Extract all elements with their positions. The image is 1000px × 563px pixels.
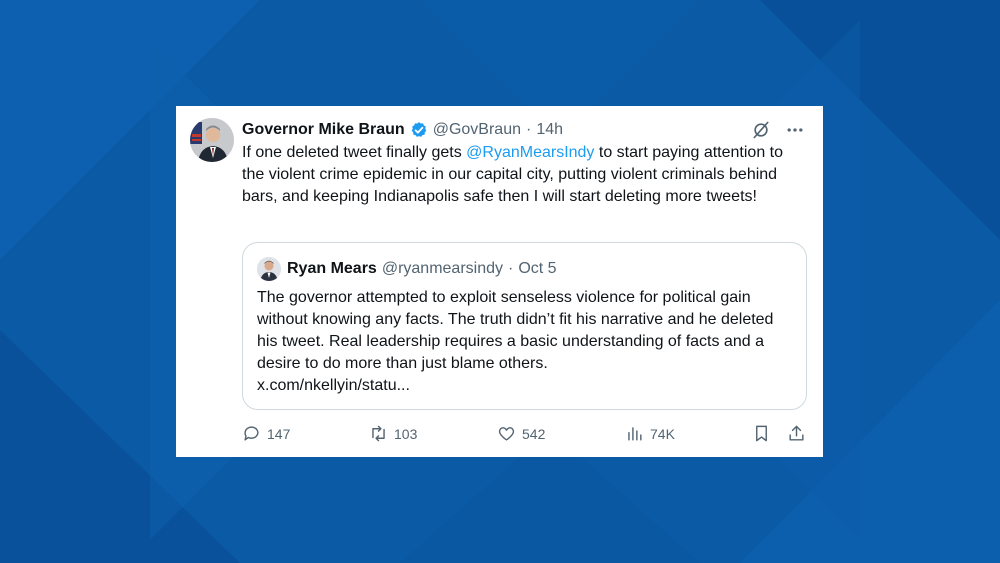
retweet-count: 103 [394, 425, 418, 442]
bookmark-button[interactable] [752, 424, 771, 443]
verified-badge-icon [410, 121, 428, 139]
quoted-author-handle[interactable]: @ryanmearsindy [382, 260, 503, 278]
author-avatar[interactable] [190, 118, 234, 162]
view-count: 74K [650, 425, 675, 442]
reply-icon [244, 426, 259, 441]
retweet-button[interactable]: 103 [369, 424, 417, 443]
quoted-tweet-link[interactable]: x.com/nkellyin/statu... [257, 375, 792, 397]
share-icon [789, 425, 804, 441]
share-button[interactable] [787, 424, 806, 443]
tweet-text-part-1: If one deleted tweet finally gets [242, 144, 467, 161]
reply-button[interactable]: 147 [242, 424, 290, 443]
quoted-tweet-body: The governor attempted to exploit sensel… [257, 289, 774, 372]
tweet-action-bar: 147 103 542 74K [242, 424, 809, 446]
tweet-time[interactable]: 14h [536, 121, 563, 139]
views-button[interactable]: 74K [625, 424, 675, 443]
views-icon [628, 427, 642, 441]
retweet-icon [372, 425, 385, 442]
separator-dot: · [525, 121, 532, 138]
tweet-text: If one deleted tweet finally gets @RyanM… [242, 142, 807, 208]
author-name[interactable]: Governor Mike Braun [242, 121, 405, 139]
quoted-tweet-header: Ryan Mears @ryanmearsindy · Oct 5 [287, 259, 557, 279]
tweet-header: Governor Mike Braun @GovBraun · 14h [242, 120, 563, 140]
mention-link[interactable]: @RyanMearsIndy [466, 144, 594, 161]
quoted-tweet-date[interactable]: Oct 5 [518, 260, 556, 278]
like-count: 542 [522, 425, 546, 442]
tweet-card: Governor Mike Braun @GovBraun · 14h If o [176, 106, 823, 457]
reply-count: 147 [267, 425, 291, 442]
quoted-tweet-text: The governor attempted to exploit sensel… [257, 287, 792, 397]
quoted-author-name[interactable]: Ryan Mears [287, 260, 377, 278]
author-handle[interactable]: @GovBraun [433, 121, 521, 139]
quoted-separator-dot: · [508, 260, 514, 277]
quoted-author-avatar[interactable] [257, 257, 281, 281]
like-icon [498, 427, 515, 441]
like-button[interactable]: 542 [497, 424, 545, 443]
quoted-tweet[interactable]: Ryan Mears @ryanmearsindy · Oct 5 The go… [242, 242, 807, 410]
bookmark-icon [756, 425, 767, 442]
